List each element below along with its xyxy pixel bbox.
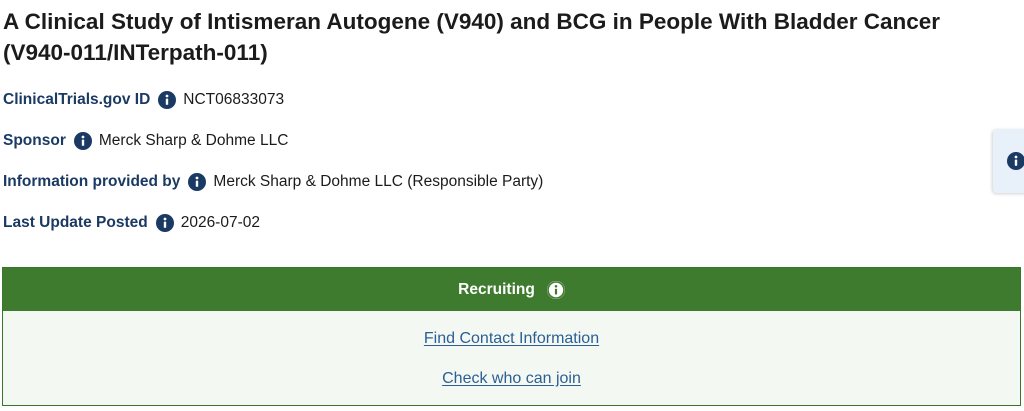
info-icon[interactable] bbox=[188, 173, 207, 191]
info-provider-value: Merck Sharp & Dohme LLC (Responsible Par… bbox=[213, 173, 544, 190]
find-contact-link[interactable]: Find Contact Information bbox=[3, 330, 1020, 348]
sponsor-value: Merck Sharp & Dohme LLC bbox=[98, 132, 289, 149]
info-provider-label: Information provided by bbox=[3, 173, 181, 190]
check-eligibility-link[interactable]: Check who can join bbox=[3, 370, 1020, 388]
detail-row-last-update: Last Update Posted 2026-07-02 bbox=[3, 210, 260, 236]
detail-row-info-provider: Information provided by Merck Sharp & Do… bbox=[3, 169, 543, 195]
nct-id-label: ClinicalTrials.gov ID bbox=[3, 91, 151, 108]
info-icon[interactable] bbox=[1007, 152, 1024, 170]
side-info-tab[interactable] bbox=[993, 129, 1024, 193]
info-icon[interactable] bbox=[73, 132, 92, 150]
last-update-label: Last Update Posted bbox=[3, 214, 148, 231]
recruitment-status-panel: Recruiting Find Contact Information Chec… bbox=[2, 267, 1021, 406]
info-icon[interactable] bbox=[158, 91, 177, 109]
page-title: A Clinical Study of Intismeran Autogene … bbox=[3, 9, 941, 65]
last-update-value: 2026-07-02 bbox=[180, 214, 260, 231]
sponsor-label: Sponsor bbox=[3, 132, 66, 149]
nct-id-value: NCT06833073 bbox=[183, 91, 285, 108]
status-header: Recruiting bbox=[3, 268, 1020, 311]
status-label: Recruiting bbox=[458, 280, 535, 298]
detail-row-sponsor: Sponsor Merck Sharp & Dohme LLC bbox=[3, 128, 288, 154]
info-icon[interactable] bbox=[155, 214, 174, 232]
info-icon[interactable] bbox=[546, 280, 565, 299]
detail-row-nct-id: ClinicalTrials.gov ID NCT06833073 bbox=[3, 87, 284, 113]
